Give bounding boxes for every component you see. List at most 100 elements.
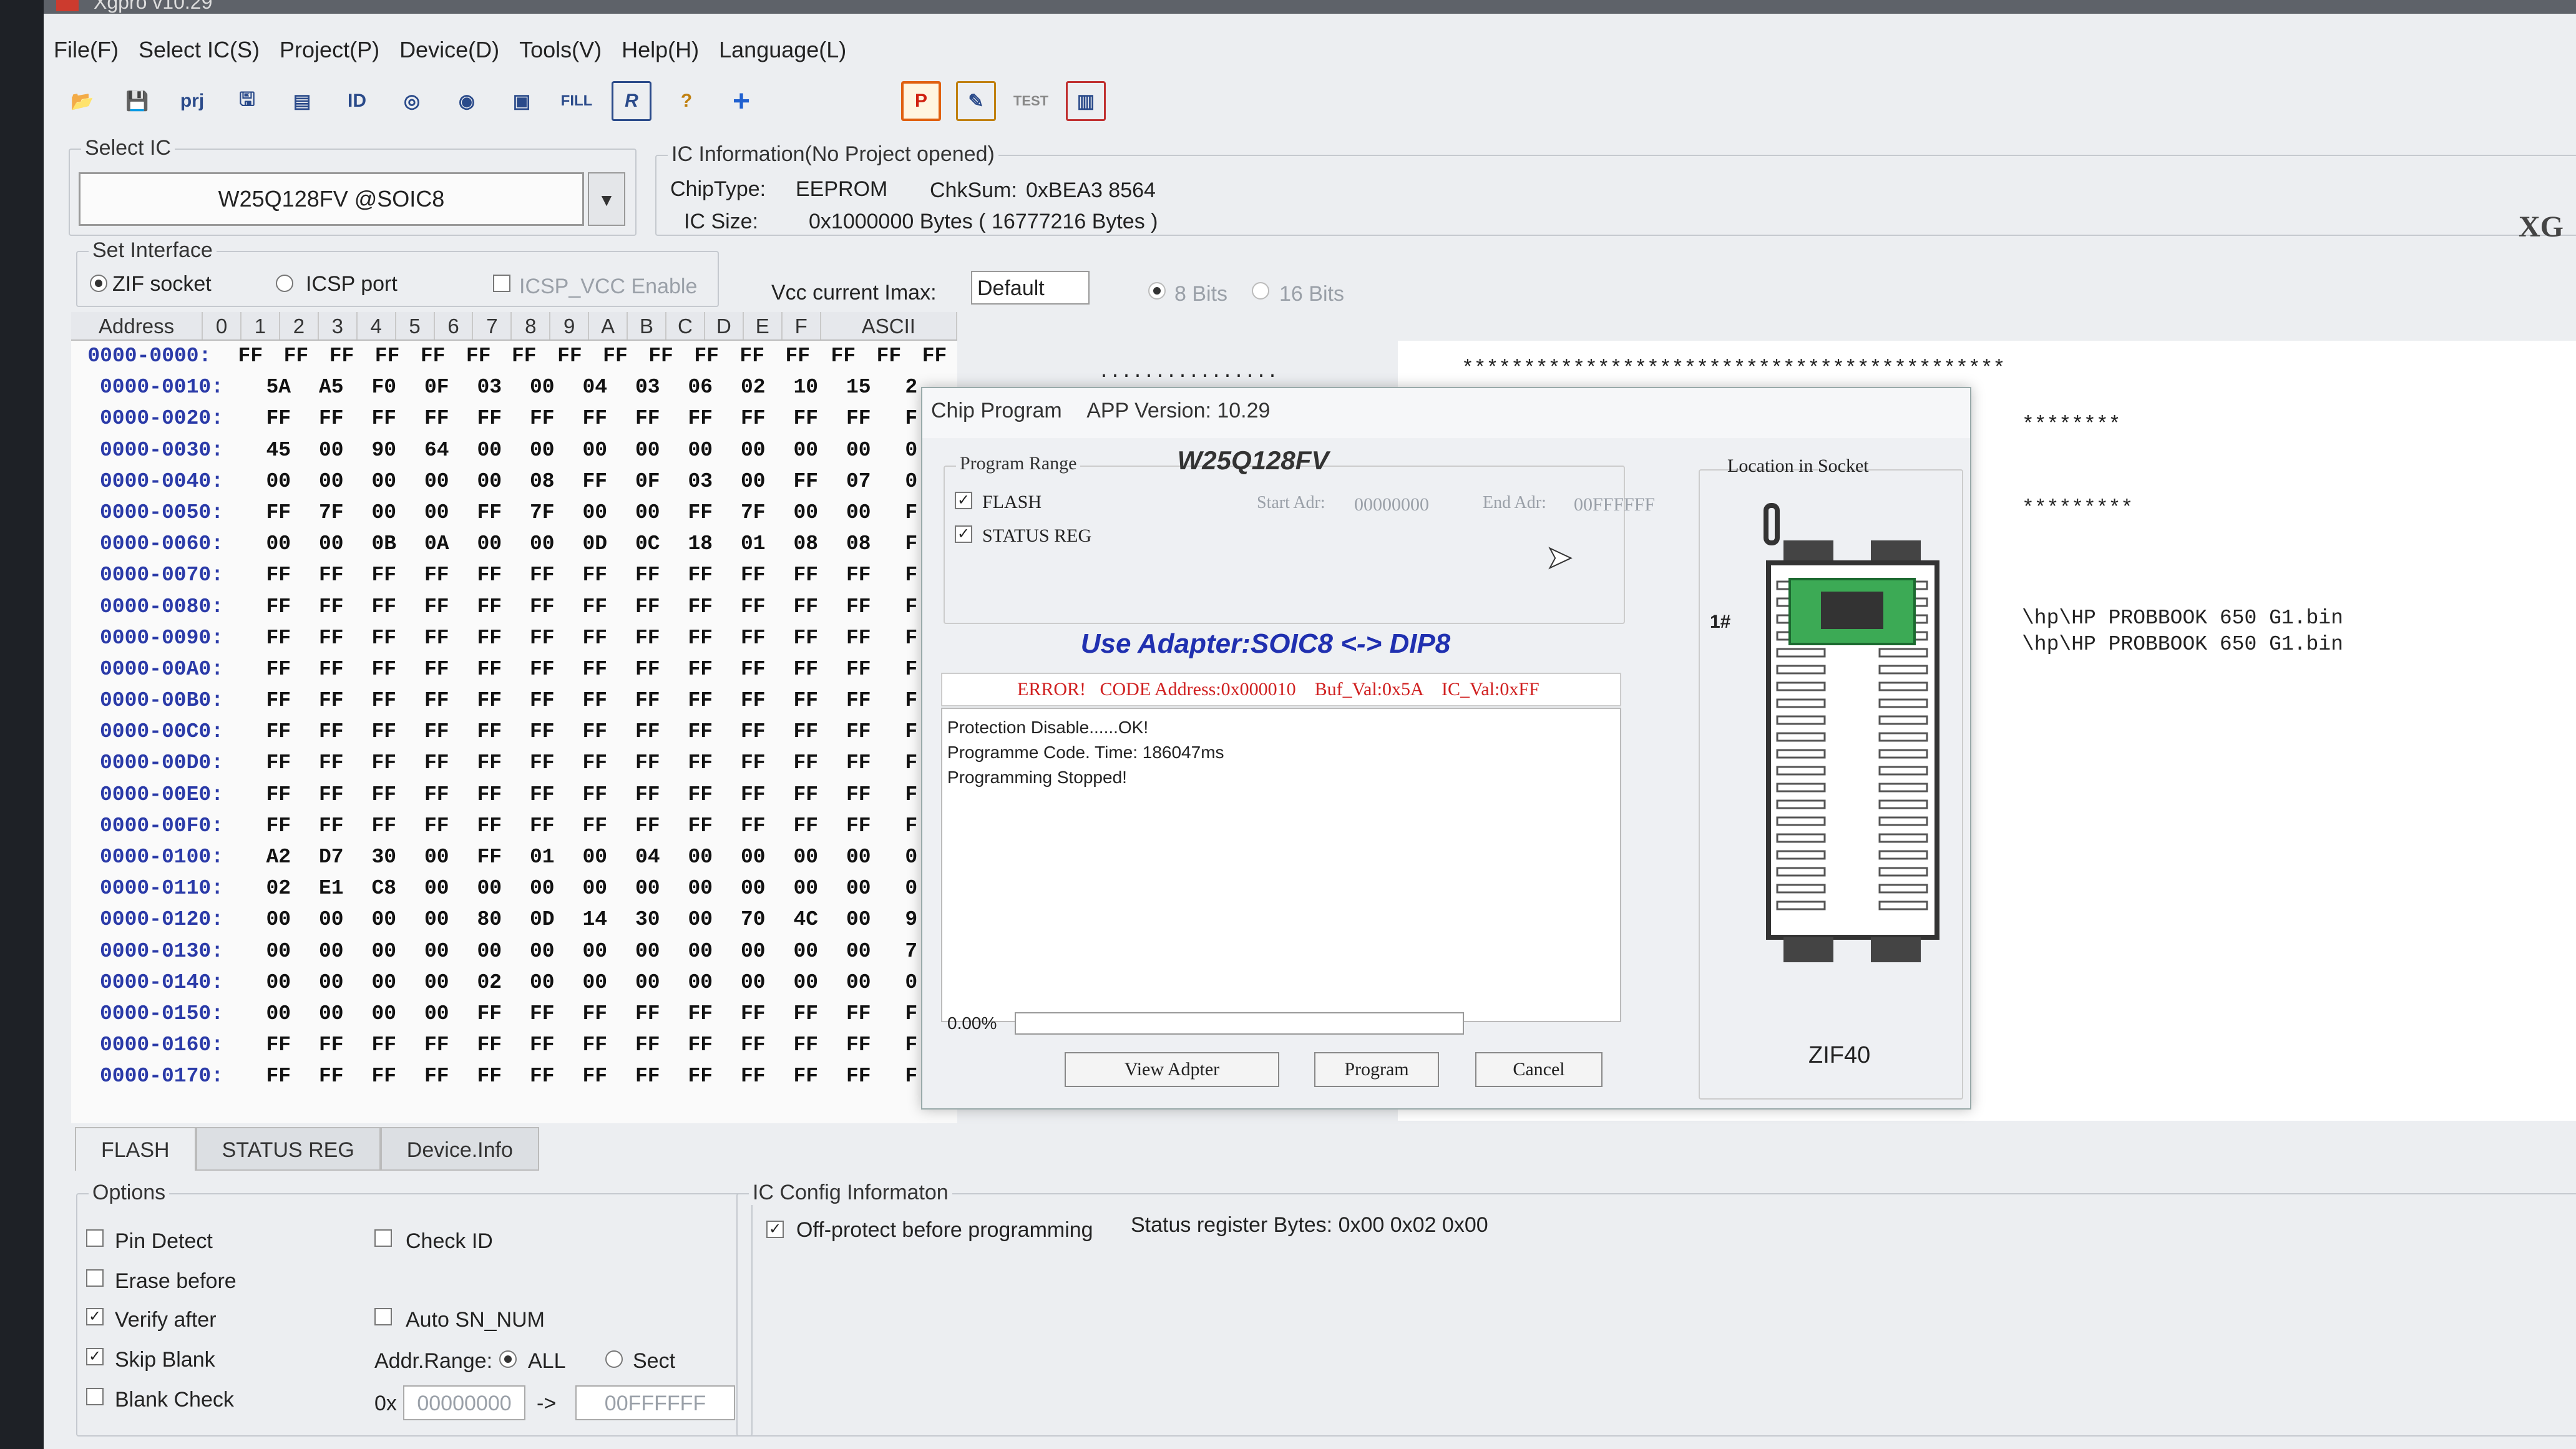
hex-byte[interactable]: FF: [305, 685, 358, 716]
hex-byte[interactable]: FF: [568, 1030, 622, 1061]
hex-byte[interactable]: FF: [516, 811, 569, 842]
hex-byte[interactable]: 00: [568, 435, 622, 466]
test-icon[interactable]: TEST: [1011, 81, 1051, 121]
hex-byte[interactable]: 4C: [779, 904, 832, 935]
hex-byte[interactable]: 00: [411, 904, 464, 935]
hex-byte[interactable]: 03: [622, 372, 675, 403]
hex-byte[interactable]: 00: [252, 904, 305, 935]
hex-byte[interactable]: FF: [411, 592, 464, 623]
hex-byte[interactable]: FF: [358, 685, 411, 716]
hex-byte[interactable]: FF: [568, 592, 622, 623]
hex-byte[interactable]: FF: [516, 403, 569, 434]
hex-byte[interactable]: FF: [252, 592, 305, 623]
skip-blank-checkbox[interactable]: ✓: [86, 1348, 104, 1365]
hex-byte[interactable]: FF: [252, 403, 305, 434]
hex-byte[interactable]: FF: [779, 716, 832, 748]
hex-byte[interactable]: 18: [674, 529, 727, 560]
hex-byte[interactable]: FF: [463, 497, 516, 529]
hex-byte[interactable]: 00: [727, 873, 780, 904]
hex-byte[interactable]: 00: [411, 998, 464, 1030]
hex-byte[interactable]: 5A: [252, 372, 305, 403]
hex-byte[interactable]: 00: [252, 967, 305, 998]
hex-byte[interactable]: 00: [832, 936, 886, 967]
hex-byte[interactable]: 00: [463, 529, 516, 560]
hex-byte[interactable]: 00: [568, 873, 622, 904]
hex-byte[interactable]: 00: [779, 435, 832, 466]
hex-byte[interactable]: FF: [501, 341, 547, 372]
hex-byte[interactable]: 00: [252, 529, 305, 560]
hex-byte[interactable]: 03: [674, 466, 727, 497]
hex-byte[interactable]: 00: [832, 497, 886, 529]
hex-byte[interactable]: FF: [305, 1061, 358, 1092]
hex-byte[interactable]: FF: [463, 560, 516, 591]
fill-icon[interactable]: FILL: [557, 81, 597, 121]
hex-byte[interactable]: 00: [305, 435, 358, 466]
menu-select-ic[interactable]: Select IC(S): [129, 27, 270, 72]
save-project-icon[interactable]: 🖫: [227, 81, 267, 121]
hex-byte[interactable]: 00: [779, 497, 832, 529]
hex-byte[interactable]: FF: [622, 779, 675, 811]
hex-byte[interactable]: 00: [779, 936, 832, 967]
hex-byte[interactable]: 00: [411, 497, 464, 529]
hex-byte[interactable]: FF: [364, 341, 410, 372]
hex-byte[interactable]: FF: [305, 716, 358, 748]
hex-byte[interactable]: FF: [622, 716, 675, 748]
read-icon[interactable]: ◎: [392, 81, 432, 121]
hex-byte[interactable]: FF: [516, 654, 569, 685]
hex-byte[interactable]: FF: [358, 716, 411, 748]
hex-byte[interactable]: FF: [463, 1030, 516, 1061]
hex-byte[interactable]: FF: [305, 748, 358, 779]
hex-byte[interactable]: FF: [273, 341, 319, 372]
hex-byte[interactable]: 00: [411, 967, 464, 998]
blank-check-checkbox[interactable]: [86, 1388, 104, 1405]
hex-byte[interactable]: FF: [358, 560, 411, 591]
hex-byte[interactable]: FF: [674, 1030, 727, 1061]
project-icon[interactable]: prj: [172, 81, 212, 121]
hex-byte[interactable]: FF: [516, 1030, 569, 1061]
hex-byte[interactable]: 00: [516, 529, 569, 560]
icsp-vcc-checkbox[interactable]: [493, 275, 510, 292]
hex-byte[interactable]: FF: [463, 1061, 516, 1092]
hex-byte[interactable]: FF: [727, 403, 780, 434]
icsp-port-radio[interactable]: [276, 275, 293, 292]
hex-byte[interactable]: FF: [305, 1030, 358, 1061]
hex-byte[interactable]: FF: [832, 685, 886, 716]
hex-byte[interactable]: 64: [411, 435, 464, 466]
hex-byte[interactable]: 00: [779, 873, 832, 904]
hex-byte[interactable]: 00: [674, 873, 727, 904]
hex-byte[interactable]: FF: [358, 592, 411, 623]
hex-byte[interactable]: FF: [252, 654, 305, 685]
hex-byte[interactable]: FF: [775, 341, 821, 372]
menu-file[interactable]: File(F): [44, 27, 129, 72]
hex-byte[interactable]: FF: [568, 685, 622, 716]
hex-byte[interactable]: 00: [832, 435, 886, 466]
hex-byte[interactable]: FF: [463, 592, 516, 623]
hex-byte[interactable]: FF: [305, 592, 358, 623]
hex-byte[interactable]: FF: [411, 1030, 464, 1061]
hex-byte[interactable]: FF: [727, 654, 780, 685]
hex-byte[interactable]: FF: [622, 1030, 675, 1061]
hex-byte[interactable]: FF: [912, 341, 957, 372]
hex-byte[interactable]: 30: [622, 904, 675, 935]
hex-byte[interactable]: FF: [411, 403, 464, 434]
hex-byte[interactable]: FF: [516, 560, 569, 591]
hex-byte[interactable]: FF: [727, 716, 780, 748]
hex-byte[interactable]: 0C: [622, 529, 675, 560]
hex-byte[interactable]: 07: [832, 466, 886, 497]
hex-byte[interactable]: FF: [305, 811, 358, 842]
hex-byte[interactable]: 00: [411, 936, 464, 967]
hex-byte[interactable]: FF: [727, 748, 780, 779]
hex-byte[interactable]: FF: [779, 811, 832, 842]
hex-byte[interactable]: FF: [358, 403, 411, 434]
hex-byte[interactable]: FF: [252, 497, 305, 529]
hex-byte[interactable]: FF: [252, 716, 305, 748]
hex-byte[interactable]: FF: [779, 779, 832, 811]
hex-byte[interactable]: FF: [516, 779, 569, 811]
hex-byte[interactable]: FF: [358, 811, 411, 842]
hex-byte[interactable]: FF: [674, 1061, 727, 1092]
hex-byte[interactable]: FF: [568, 998, 622, 1030]
hex-byte[interactable]: FF: [727, 779, 780, 811]
hex-byte[interactable]: 00: [516, 435, 569, 466]
hex-byte[interactable]: FF: [729, 341, 775, 372]
hex-byte[interactable]: 00: [411, 873, 464, 904]
